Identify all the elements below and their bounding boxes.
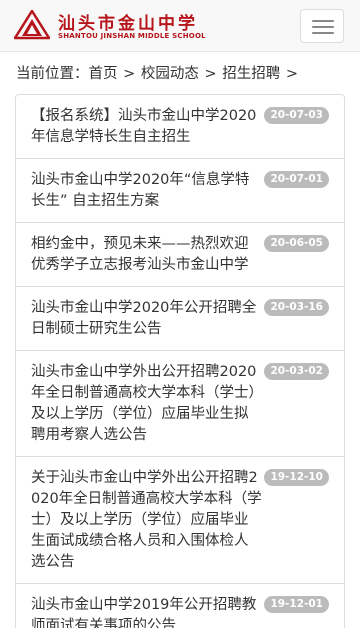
date-badge: 19-12-01	[264, 596, 329, 613]
breadcrumb-campus-news-link[interactable]: 校园动态	[141, 66, 199, 82]
date-badge: 20-06-05	[264, 235, 329, 252]
news-item[interactable]: 关于汕头市金山中学外出公开招聘2020年全日制普通高校大学本科（学士）及以上学历…	[16, 457, 344, 584]
breadcrumb-prefix: 当前位置：	[16, 66, 89, 82]
news-title: 关于汕头市金山中学外出公开招聘2020年全日制普通高校大学本科（学士）及以上学历…	[31, 470, 262, 570]
school-name-english: SHANTOU JINSHAN MIDDLE SCHOOL	[58, 32, 206, 40]
hamburger-menu-icon-bar	[312, 26, 334, 28]
news-item[interactable]: 汕头市金山中学外出公开招聘2020年全日制普通高校大学本科（学士）及以上学历（学…	[16, 351, 344, 457]
news-title: 汕头市金山中学2019年公开招聘教师面试有关事项的公告	[31, 597, 257, 628]
school-name-chinese: 汕头市金山中学	[58, 14, 198, 34]
news-title: 汕头市金山中学外出公开招聘2020年全日制普通高校大学本科（学士）及以上学历（学…	[31, 364, 257, 443]
news-title: 汕头市金山中学2020年“信息学特长生” 自主招生方案	[31, 172, 250, 209]
date-badge: 19-12-10	[264, 469, 329, 486]
date-badge: 20-07-03	[264, 107, 329, 124]
date-badge: 20-03-02	[264, 363, 329, 380]
date-badge: 20-07-01	[264, 171, 329, 188]
news-item[interactable]: 【报名系统】汕头市金山中学2020年信息学特长生自主招生 20-07-03	[16, 95, 344, 159]
news-list: 【报名系统】汕头市金山中学2020年信息学特长生自主招生 20-07-03 汕头…	[15, 94, 345, 628]
news-item[interactable]: 相约金中，预见未来——热烈欢迎优秀学子立志报考汕头市金山中学 20-06-05	[16, 223, 344, 287]
news-title: 相约金中，预见未来——热烈欢迎优秀学子立志报考汕头市金山中学	[31, 236, 249, 273]
school-emblem-icon	[14, 10, 50, 40]
news-title: 汕头市金山中学2020年公开招聘全日制硕士研究生公告	[31, 300, 257, 337]
news-item[interactable]: 汕头市金山中学2020年公开招聘全日制硕士研究生公告 20-03-16	[16, 287, 344, 351]
news-item[interactable]: 汕头市金山中学2020年“信息学特长生” 自主招生方案 20-07-01	[16, 159, 344, 223]
news-title: 【报名系统】汕头市金山中学2020年信息学特长生自主招生	[31, 108, 257, 145]
breadcrumb: 当前位置：首页 > 校园动态 > 招生招聘 >	[16, 63, 346, 85]
news-item[interactable]: 汕头市金山中学2019年公开招聘教师面试有关事项的公告 19-12-01	[16, 584, 344, 628]
breadcrumb-separator: >	[204, 66, 217, 82]
hamburger-menu-icon-bar	[312, 32, 334, 34]
navbar: 汕头市金山中学 SHANTOU JINSHAN MIDDLE SCHOOL	[0, 0, 360, 52]
hamburger-menu-icon	[312, 20, 334, 22]
menu-toggle-button[interactable]	[300, 9, 344, 43]
breadcrumb-home-link[interactable]: 首页	[89, 66, 118, 82]
school-logo[interactable]: 汕头市金山中学 SHANTOU JINSHAN MIDDLE SCHOOL	[14, 8, 214, 44]
breadcrumb-separator: >	[123, 66, 136, 82]
breadcrumb-separator: >	[285, 66, 299, 82]
date-badge: 20-03-16	[264, 299, 329, 316]
breadcrumb-admissions-link[interactable]: 招生招聘	[222, 66, 280, 82]
